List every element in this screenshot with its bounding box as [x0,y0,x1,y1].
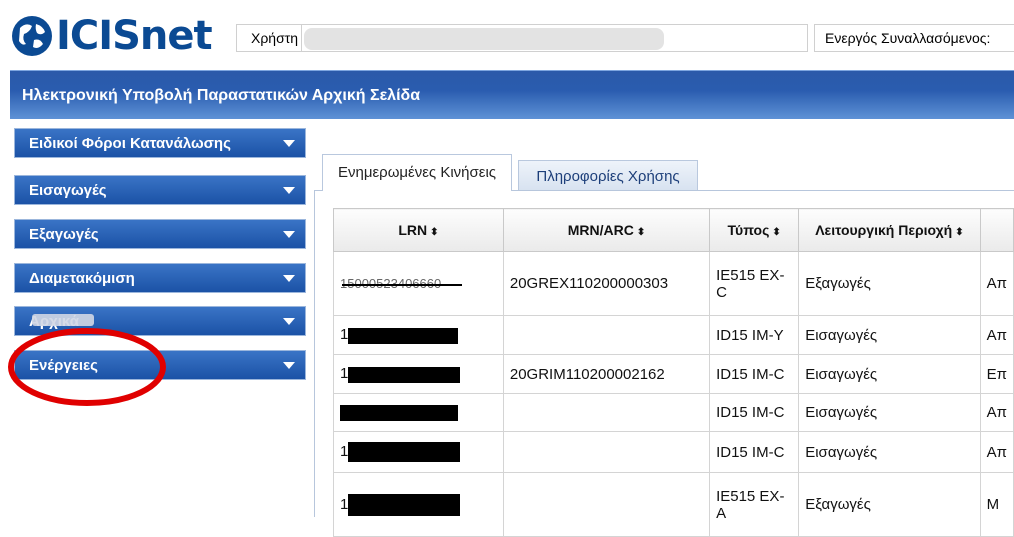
cell-lrn: 1 [333,315,504,355]
menu-excise-taxes[interactable]: Ειδικοί Φόροι Κατανάλωσης [14,128,306,158]
redaction-mask [32,314,94,326]
col-type-label: Τύπος [727,222,770,238]
redaction-bar [348,327,459,344]
menu-imports[interactable]: Εισαγωγές [14,175,306,205]
cell-lrn: 1 [333,472,504,537]
cell-extra: Μ [979,472,1014,537]
menu-label: Ενέργειες [29,357,98,374]
table-row[interactable]: 1 ID15 IM-Y Εισαγωγές Απ [333,315,1014,355]
menu-label: Διαμετακόμιση [29,270,135,287]
divider [301,25,302,51]
icisnet-logo: ICISnet [10,12,213,60]
cell-type: ID15 IM-C [709,393,800,432]
lrn-value: 1 [340,442,349,460]
cell-mrn [502,431,711,473]
sort-icon: ⬍ [430,227,439,238]
strike-through [342,283,462,286]
menu-actions[interactable]: Ενέργειες [14,350,306,380]
movements-table: LRN ⬍ MRN/ARC ⬍ Τύπος ⬍ Λειτουργική Περιοχή… [333,208,1014,537]
cell-type: IE515 EX-C [709,251,800,316]
cell-lrn [333,393,504,432]
col-area-label: Λειτουργική Περιοχή [815,222,953,238]
sort-icon: ⬍ [636,227,646,238]
table-row[interactable]: 1 IE515 EX-A Εξαγωγές Μ [333,472,1014,537]
col-mrn[interactable]: MRN/ARC ⬍ [502,208,711,252]
page-title-bar: Ηλεκτρονική Υποβολή Παραστατικών Αρχική … [10,70,1014,119]
lrn-value: 1 [340,326,349,344]
col-lrn-label: LRN [398,222,428,238]
lrn-value: 1 [340,365,349,383]
tab-updated-movements[interactable]: Ενημερωμένες Κινήσεις [322,154,512,191]
cell-type: IE515 EX-A [709,472,800,537]
sort-icon: ⬍ [955,227,964,238]
chevron-down-icon [283,187,295,194]
cell-extra: Επ [979,354,1014,394]
cell-extra: Απ [979,251,1014,316]
globe-icon [12,16,52,56]
sort-icon: ⬍ [772,227,781,238]
cell-extra: Απ [979,315,1014,355]
redaction-bar [348,493,461,516]
cell-mrn: 20GREX110200000303 [502,251,711,316]
col-type[interactable]: Τύπος ⬍ [709,208,800,252]
lrn-value: 1 [340,495,349,513]
redaction-bar [340,405,458,422]
col-extra[interactable] [979,208,1014,252]
chevron-down-icon [283,275,295,282]
active-trader-bar: Ενεργός Συναλλασόμενος: [814,24,1014,52]
redaction-bar [348,442,461,462]
user-bar: Χρήστη [236,24,808,52]
table-row[interactable]: 1 ID15 IM-C Εισαγωγές Απ [333,431,1014,473]
active-trader-label: Ενεργός Συναλλασόμενος: [825,30,991,46]
cell-extra: Απ [979,431,1014,473]
menu-exports[interactable]: Εξαγωγές [14,219,306,249]
col-area[interactable]: Λειτουργική Περιοχή ⬍ [798,208,981,252]
chevron-down-icon [283,140,295,147]
cell-lrn: 15000523406660 [333,251,504,316]
col-lrn[interactable]: LRN ⬍ [333,208,504,252]
chevron-down-icon [283,318,295,325]
cell-area: Εισαγωγές [798,393,981,432]
chevron-down-icon [283,231,295,238]
redaction-bar [348,366,461,383]
menu-transit[interactable]: Διαμετακόμιση [14,263,306,293]
cell-area: Εισαγωγές [798,431,981,473]
table-row[interactable]: ID15 IM-C Εισαγωγές Απ [333,393,1014,432]
table-row[interactable]: 15000523406660 20GREX110200000303 IE515 … [333,251,1014,316]
user-label: Χρήστη [251,30,299,46]
tab-usage-info[interactable]: Πληροφορίες Χρήσης [518,160,698,191]
cell-area: Εξαγωγές [798,251,981,316]
cell-extra: Απ [979,393,1014,432]
user-name-field [304,28,664,50]
cell-mrn [502,472,711,537]
cell-area: Εισαγωγές [798,354,981,394]
cell-lrn: 1 [333,354,504,394]
cell-lrn: 1 [333,431,504,473]
cell-mrn: 20GRIM110200002162 [502,354,711,394]
cell-area: Εισαγωγές [798,315,981,355]
page-title: Ηλεκτρονική Υποβολή Παραστατικών Αρχική … [22,87,421,104]
cell-mrn [502,315,711,355]
menu-label: Εισαγωγές [29,182,107,199]
table-header-row: LRN ⬍ MRN/ARC ⬍ Τύπος ⬍ Λειτουργική Περιοχή… [333,208,1014,252]
cell-mrn [502,393,711,432]
cell-type: ID15 IM-C [709,431,800,473]
chevron-down-icon [283,362,295,369]
menu-label: Ειδικοί Φόροι Κατανάλωσης [29,135,231,152]
brand-name: ICISnet [56,13,213,59]
cell-type: ID15 IM-C [709,354,800,394]
cell-type: ID15 IM-Y [709,315,800,355]
table-row[interactable]: 1 20GRIM110200002162 ID15 IM-C Εισαγωγές… [333,354,1014,394]
menu-label: Εξαγωγές [29,226,99,243]
cell-area: Εξαγωγές [798,472,981,537]
col-mrn-label: MRN/ARC [567,222,634,238]
